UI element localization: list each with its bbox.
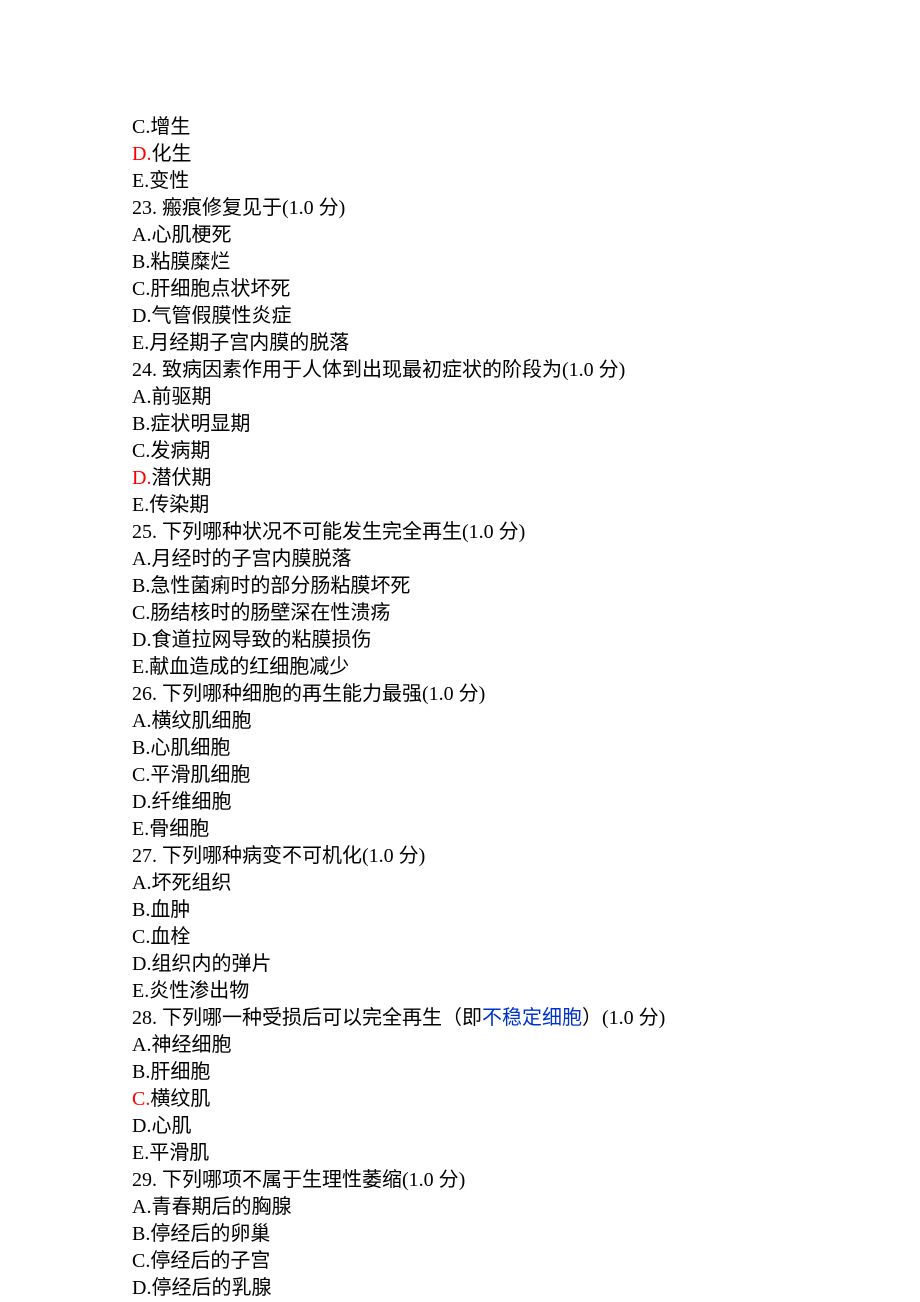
highlighted-prefix: C. xyxy=(132,1088,150,1110)
highlighted-prefix: D. xyxy=(132,143,151,165)
text-line: A.月经时的子宫内膜脱落 xyxy=(132,546,920,573)
text-line: E.骨细胞 xyxy=(132,816,920,843)
line-text: C.停经后的子宫 xyxy=(132,1250,270,1272)
line-text: C.血栓 xyxy=(132,926,190,948)
text-line: B.粘膜糜烂 xyxy=(132,249,920,276)
text-line: D.心肌 xyxy=(132,1113,920,1140)
document-body: C.增生D.化生E.变性23. 瘢痕修复见于(1.0 分)A.心肌梗死B.粘膜糜… xyxy=(132,114,920,1302)
text-line: A.心肌梗死 xyxy=(132,222,920,249)
text-line: 29. 下列哪项不属于生理性萎缩(1.0 分) xyxy=(132,1167,920,1194)
line-text: E.炎性渗出物 xyxy=(132,980,249,1002)
text-line: B.心肌细胞 xyxy=(132,735,920,762)
line-text: 25. 下列哪种状况不可能发生完全再生(1.0 分) xyxy=(132,521,525,543)
line-text: B.症状明显期 xyxy=(132,413,250,435)
line-text: D.组织内的弹片 xyxy=(132,953,271,975)
highlighted-prefix: D. xyxy=(132,467,151,489)
line-text: D.食道拉网导致的粘膜损伤 xyxy=(132,629,371,651)
line-text: A.神经细胞 xyxy=(132,1034,231,1056)
text-line: C.停经后的子宫 xyxy=(132,1248,920,1275)
line-text: E.变性 xyxy=(132,170,189,192)
text-line: D.组织内的弹片 xyxy=(132,951,920,978)
line-text: E.月经期子宫内膜的脱落 xyxy=(132,332,349,354)
line-text: B.停经后的卵巢 xyxy=(132,1223,270,1245)
text-line: A.前驱期 xyxy=(132,384,920,411)
line-text: 29. 下列哪项不属于生理性萎缩(1.0 分) xyxy=(132,1169,465,1191)
line-text: B.粘膜糜烂 xyxy=(132,251,230,273)
line-text: 24. 致病因素作用于人体到出现最初症状的阶段为(1.0 分) xyxy=(132,359,625,381)
line-text: D.气管假膜性炎症 xyxy=(132,305,291,327)
line-suffix: ）(1.0 分) xyxy=(582,1007,665,1029)
line-text: C.增生 xyxy=(132,116,190,138)
text-line: E.献血造成的红细胞减少 xyxy=(132,654,920,681)
text-line: D.气管假膜性炎症 xyxy=(132,303,920,330)
line-text: B.急性菌痢时的部分肠粘膜坏死 xyxy=(132,575,410,597)
text-line: B.血肿 xyxy=(132,897,920,924)
text-line: E.变性 xyxy=(132,168,920,195)
line-text: D.心肌 xyxy=(132,1115,191,1137)
line-text: C.肝细胞点状坏死 xyxy=(132,278,290,300)
text-line: A.坏死组织 xyxy=(132,870,920,897)
line-text: 潜伏期 xyxy=(151,467,211,489)
line-text: 27. 下列哪种病变不可机化(1.0 分) xyxy=(132,845,425,867)
line-text: D.停经后的乳腺 xyxy=(132,1277,271,1299)
text-line: B.症状明显期 xyxy=(132,411,920,438)
text-line: C.横纹肌 xyxy=(132,1086,920,1113)
line-text: C.肠结核时的肠壁深在性溃疡 xyxy=(132,602,390,624)
text-line: D.停经后的乳腺 xyxy=(132,1275,920,1302)
text-line: C.平滑肌细胞 xyxy=(132,762,920,789)
line-text: A.横纹肌细胞 xyxy=(132,710,251,732)
line-text: 化生 xyxy=(151,143,191,165)
line-text: E.骨细胞 xyxy=(132,818,209,840)
line-text: C.平滑肌细胞 xyxy=(132,764,250,786)
line-text: E.平滑肌 xyxy=(132,1142,209,1164)
line-text: 26. 下列哪种细胞的再生能力最强(1.0 分) xyxy=(132,683,485,705)
line-text: C.发病期 xyxy=(132,440,210,462)
line-text: 23. 瘢痕修复见于(1.0 分) xyxy=(132,197,345,219)
text-line: 25. 下列哪种状况不可能发生完全再生(1.0 分) xyxy=(132,519,920,546)
text-line: E.平滑肌 xyxy=(132,1140,920,1167)
text-line: D.化生 xyxy=(132,141,920,168)
text-line: B.急性菌痢时的部分肠粘膜坏死 xyxy=(132,573,920,600)
text-line: 28. 下列哪一种受损后可以完全再生（即不稳定细胞）(1.0 分) xyxy=(132,1005,920,1032)
line-text: E.献血造成的红细胞减少 xyxy=(132,656,349,678)
highlighted-term: 不稳定细胞 xyxy=(482,1007,582,1029)
text-line: 27. 下列哪种病变不可机化(1.0 分) xyxy=(132,843,920,870)
line-text: A.心肌梗死 xyxy=(132,224,231,246)
line-text: A.前驱期 xyxy=(132,386,211,408)
line-text: D.纤维细胞 xyxy=(132,791,231,813)
text-line: D.纤维细胞 xyxy=(132,789,920,816)
line-text: 横纹肌 xyxy=(150,1088,210,1110)
text-line: E.传染期 xyxy=(132,492,920,519)
text-line: D.食道拉网导致的粘膜损伤 xyxy=(132,627,920,654)
text-line: A.神经细胞 xyxy=(132,1032,920,1059)
text-line: C.增生 xyxy=(132,114,920,141)
text-line: 26. 下列哪种细胞的再生能力最强(1.0 分) xyxy=(132,681,920,708)
text-line: 24. 致病因素作用于人体到出现最初症状的阶段为(1.0 分) xyxy=(132,357,920,384)
line-text: A.青春期后的胸腺 xyxy=(132,1196,291,1218)
text-line: 23. 瘢痕修复见于(1.0 分) xyxy=(132,195,920,222)
text-line: A.横纹肌细胞 xyxy=(132,708,920,735)
text-line: E.月经期子宫内膜的脱落 xyxy=(132,330,920,357)
text-line: A.青春期后的胸腺 xyxy=(132,1194,920,1221)
line-text: A.坏死组织 xyxy=(132,872,231,894)
line-text: A.月经时的子宫内膜脱落 xyxy=(132,548,351,570)
text-line: C.肠结核时的肠壁深在性溃疡 xyxy=(132,600,920,627)
text-line: C.肝细胞点状坏死 xyxy=(132,276,920,303)
text-line: D.潜伏期 xyxy=(132,465,920,492)
line-text: 28. 下列哪一种受损后可以完全再生（即 xyxy=(132,1007,482,1029)
text-line: B.停经后的卵巢 xyxy=(132,1221,920,1248)
line-text: B.肝细胞 xyxy=(132,1061,210,1083)
line-text: E.传染期 xyxy=(132,494,209,516)
line-text: B.心肌细胞 xyxy=(132,737,230,759)
text-line: C.血栓 xyxy=(132,924,920,951)
line-text: B.血肿 xyxy=(132,899,190,921)
text-line: E.炎性渗出物 xyxy=(132,978,920,1005)
text-line: C.发病期 xyxy=(132,438,920,465)
text-line: B.肝细胞 xyxy=(132,1059,920,1086)
